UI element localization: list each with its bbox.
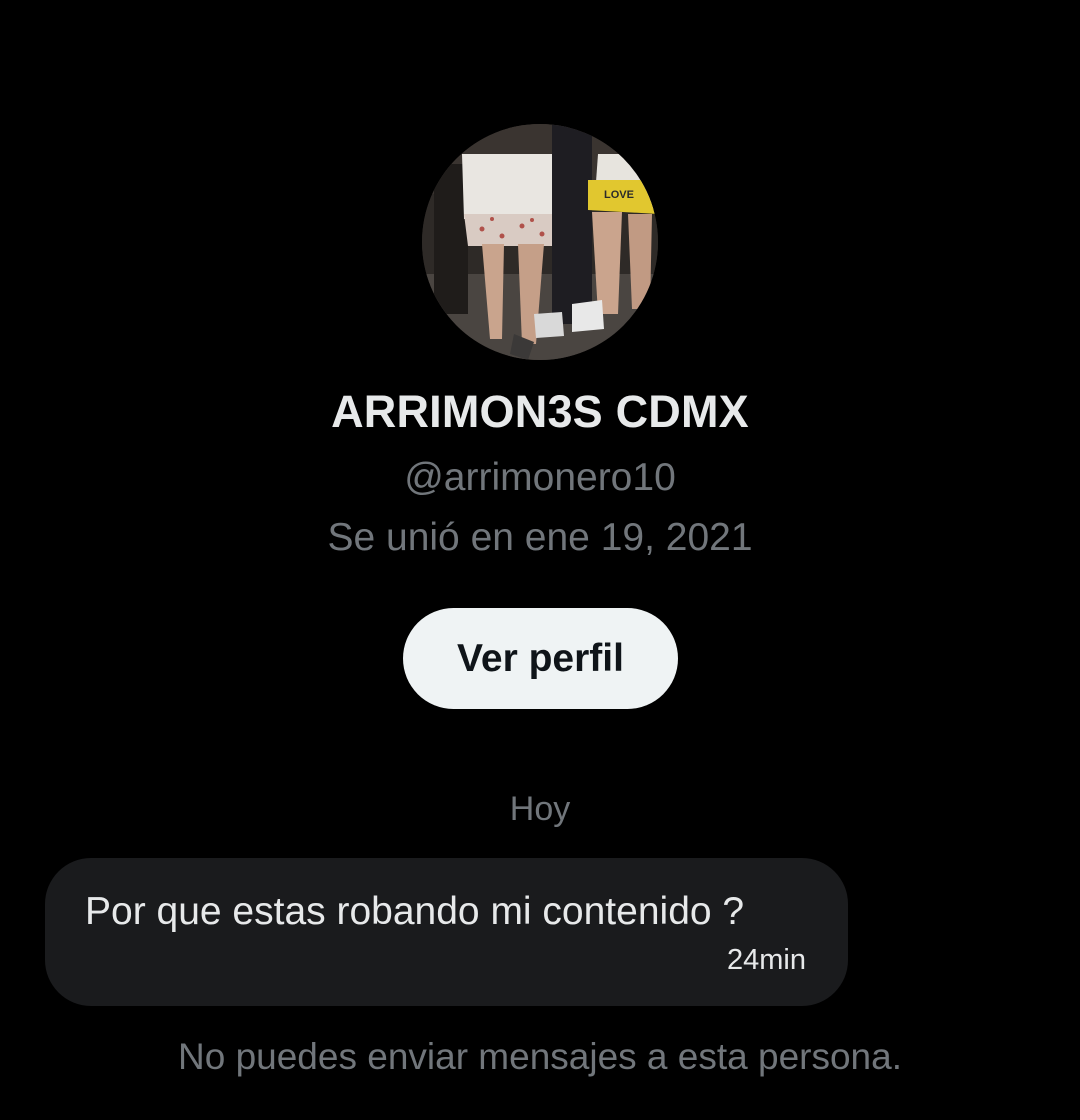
view-profile-button[interactable]: Ver perfil bbox=[403, 608, 678, 709]
message-text: Por que estas robando mi contenido ? bbox=[85, 890, 745, 933]
avatar-image: LOVE bbox=[422, 124, 658, 360]
avatar[interactable]: LOVE bbox=[422, 124, 658, 360]
dm-disabled-notice: No puedes enviar mensajes a esta persona… bbox=[178, 1036, 902, 1077]
svg-text:LOVE: LOVE bbox=[604, 189, 634, 201]
display-name: ARRIMON3S CDMX bbox=[331, 386, 749, 437]
date-separator: Hoy bbox=[509, 790, 571, 828]
join-date: Se unió en ene 19, 2021 bbox=[327, 516, 753, 559]
message-timestamp: 24min bbox=[727, 944, 806, 976]
username-handle: @arrimonero10 bbox=[404, 456, 676, 499]
message-bubble[interactable]: Por que estas robando mi contenido ? 24m… bbox=[45, 858, 848, 1006]
